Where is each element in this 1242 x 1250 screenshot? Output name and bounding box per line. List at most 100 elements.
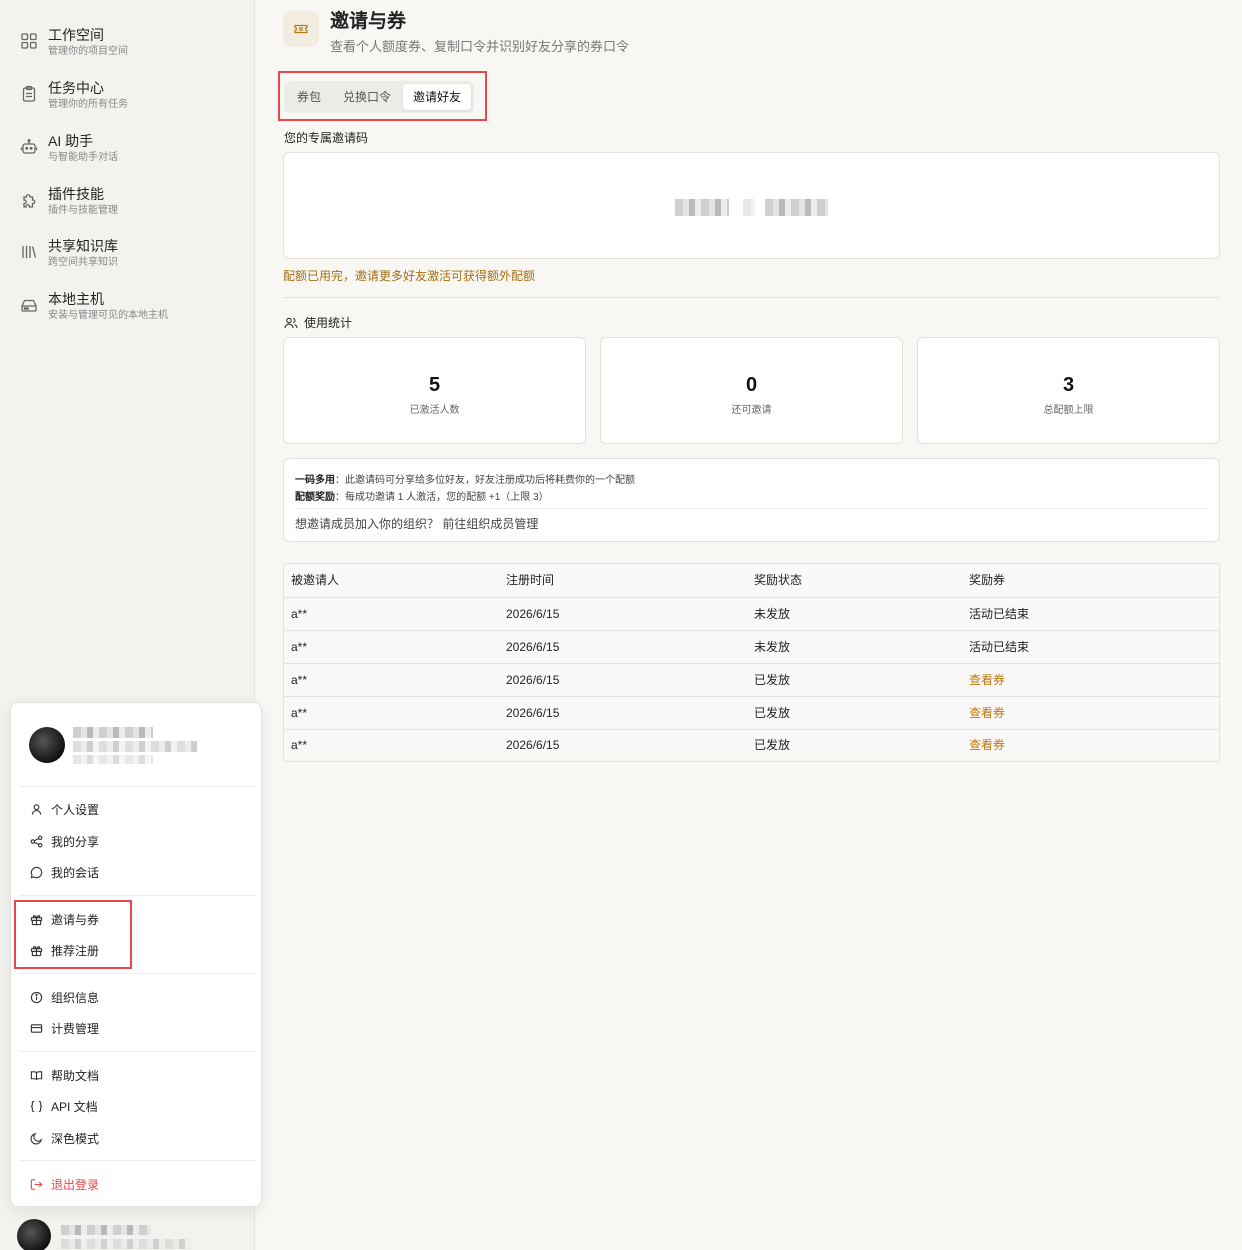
sidebar-item-title: 本地主机 [48,291,104,307]
info-divider [295,508,1209,509]
table-cell: 未发放 [754,607,791,621]
menu-item-org-info[interactable]: 组织信息 [30,985,99,1009]
sidebar-item-subtitle: 安装与管理可见的本地主机 [48,310,168,321]
menu-item-label: API 文档 [51,1099,98,1114]
table-cell: a** [291,607,308,621]
redacted-invite-code [743,199,755,216]
menu-item-logout[interactable]: 退出登录 [30,1172,99,1196]
user-icon [31,803,42,815]
gift-icon [30,914,43,925]
sidebar-item-ai-assistant[interactable]: AI 助手 与智能助手对话 [20,132,240,176]
menu-item-label: 邀请与券 [51,912,100,927]
sidebar-item-plugins[interactable]: 插件技能 插件与技能管理 [20,185,240,229]
menu-divider [19,786,255,787]
table-cell: 2026/6/15 [506,640,560,654]
redacted-invite-code [765,199,828,216]
stat-label: 还可邀请 [731,405,772,416]
menu-item-label: 帮助文档 [51,1068,100,1083]
sidebar-item-title: 工作空间 [48,27,104,43]
info-box: 一码多用：此邀请码可分享给多位好友，好友注册成功后将耗费你的一个配额 配额奖励：… [283,458,1220,542]
menu-divider [19,895,255,896]
table-row: a** 2026/6/15 已发放 查看券 [284,729,1219,761]
info-line-reward: 配额奖励：每成功邀请 1 人激活，您的配额 +1（上限 3） [295,488,549,503]
main-content: 邀请与券 查看个人额度券、复制口令并识别好友分享的券口令 券包 兑换口令 邀请好… [256,0,1242,1250]
table-cell: 未发放 [754,640,791,654]
invitee-table: 被邀请人 注册时间 奖励状态 奖励券 a** 2026/6/15 未发放 活动已… [283,563,1220,762]
sidebar-item-title: 共享知识库 [48,238,118,254]
user-menu-popup: 个人设置 我的分享 我的会话 邀请与券 推荐注册 组织信息 计费管理 帮助文档 … [10,702,262,1207]
stat-value: 5 [428,374,441,396]
credit-card-icon [30,1023,43,1033]
sidebar-item-subtitle: 跨空间共享知识 [48,257,118,268]
menu-item-label: 我的分享 [51,834,100,849]
table-cell: 已发放 [754,673,791,687]
view-coupon-link[interactable]: 查看券 [969,697,1005,730]
menu-item-label: 深色模式 [51,1131,100,1146]
table-row: a** 2026/6/15 未发放 活动已结束 [284,598,1219,631]
menu-item-profile-settings[interactable]: 个人设置 [30,797,99,821]
quota-warning: 配额已用完，邀请更多好友激活可获得额外配额 [283,269,536,283]
menu-divider [19,973,255,974]
view-coupon-link[interactable]: 查看券 [969,664,1005,697]
sidebar-item-tasks[interactable]: 任务中心 管理你的所有任务 [20,79,240,123]
menu-item-label: 推荐注册 [51,943,100,958]
puzzle-icon [23,194,36,208]
table-row: a** 2026/6/15 已发放 查看券 [284,664,1219,697]
stat-value: 3 [1062,374,1075,396]
menu-item-label: 我的会话 [51,865,100,880]
info-line-text: ：每成功邀请 1 人激活，您的配额 +1（上限 3） [335,492,549,503]
info-line-bold: 一码多用 [295,475,335,486]
menu-item-label: 计费管理 [51,1021,100,1036]
invite-code-label: 您的专属邀请码 [284,131,369,145]
view-coupon-link[interactable]: 查看券 [969,729,1005,761]
bot-icon [20,139,38,154]
tab-coupon-wallet[interactable]: 券包 [287,84,331,110]
menu-item-invites-coupons[interactable]: 邀请与券 [30,907,99,931]
menu-item-help-docs[interactable]: 帮助文档 [30,1063,99,1087]
info-line-multi-use: 一码多用：此邀请码可分享给多位好友，好友注册成功后将耗费你的一个配额 [295,471,635,486]
tab-invite-friends[interactable]: 邀请好友 [403,84,472,110]
gift-icon [30,945,43,956]
menu-divider [19,1160,255,1161]
sidebar-item-local-host[interactable]: 本地主机 安装与管理可见的本地主机 [20,290,240,334]
sidebar-item-workspace[interactable]: 工作空间 管理你的项目空间 [20,26,240,70]
share-icon [30,835,43,847]
sidebar-item-title: AI 助手 [48,133,94,149]
menu-item-label: 个人设置 [51,802,100,817]
menu-item-dark-mode[interactable]: 深色模式 [30,1126,99,1150]
table-cell: a** [291,673,308,687]
library-icon [22,246,37,258]
page-subtitle: 查看个人额度券、复制口令并识别好友分享的券口令 [330,39,630,54]
clipboard-icon [22,85,36,102]
table-row: a** 2026/6/15 未发放 活动已结束 [284,631,1219,664]
table-header-row: 被邀请人 注册时间 奖励状态 奖励券 [284,564,1219,598]
table-cell: 2026/6/15 [506,607,560,621]
logout-icon [30,1178,43,1190]
org-member-link[interactable]: 想邀请成员加入你的组织？ 前往组织成员管理 [295,515,538,532]
redacted-username [73,727,153,738]
invite-code-box[interactable] [283,152,1220,259]
book-icon [30,1070,43,1080]
info-icon [30,991,43,1003]
tab-bar: 券包 兑换口令 邀请好友 [284,81,475,113]
menu-divider [19,1051,255,1052]
menu-item-api-docs[interactable]: API 文档 [30,1094,98,1118]
stat-card-activated: 5 已激活人数 [283,337,586,444]
tab-redeem-code[interactable]: 兑换口令 [333,84,401,110]
table-header-cell: 奖励状态 [754,573,803,587]
menu-item-my-shares[interactable]: 我的分享 [30,829,99,853]
menu-item-referral-signup[interactable]: 推荐注册 [30,938,99,962]
hard-drive-icon [21,299,37,312]
sidebar-item-knowledge-base[interactable]: 共享知识库 跨空间共享知识 [20,237,240,281]
menu-item-my-conversations[interactable]: 我的会话 [30,860,99,884]
sidebar-user-button[interactable] [17,1219,237,1250]
sidebar-item-title: 插件技能 [48,186,104,202]
redacted-invite-code [675,199,729,216]
info-line-text: ：此邀请码可分享给多位好友，好友注册成功后将耗费你的一个配额 [335,475,635,486]
info-line-bold: 配额奖励 [295,492,335,503]
stat-value: 0 [745,374,758,396]
page-title: 邀请与券 [330,11,407,32]
menu-item-billing[interactable]: 计费管理 [30,1016,99,1040]
table-cell: a** [291,706,308,720]
redacted-org [73,755,153,764]
